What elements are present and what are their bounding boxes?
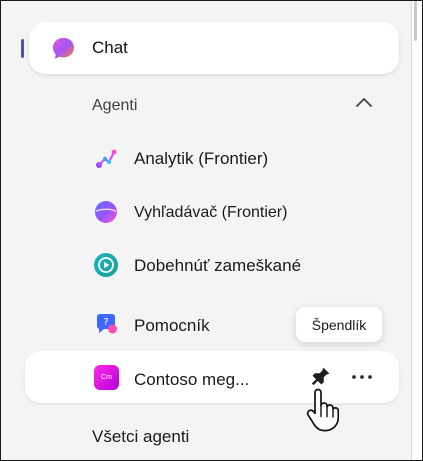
contoso-agent-icon-text: Cm: [101, 373, 112, 381]
hand-cursor-icon: [306, 388, 339, 432]
agent-item-label[interactable]: Dobehnúť zameškané: [134, 256, 301, 276]
pin-tooltip: Špendlík: [296, 307, 382, 342]
svg-text:?: ?: [103, 317, 108, 328]
vertical-scrollbar[interactable]: [411, 1, 422, 460]
agent-item-label[interactable]: Vyhľadávač (Frontier): [134, 203, 287, 223]
copilot-chat-icon: [52, 37, 75, 59]
chevron-up-icon[interactable]: [355, 96, 373, 110]
pin-icon: [311, 367, 330, 386]
active-indicator: [21, 39, 24, 58]
chat-nav-item[interactable]: [29, 22, 399, 74]
tooltip-label: Špendlík: [311, 316, 367, 333]
analytics-icon: [96, 149, 117, 168]
more-icon: [352, 375, 372, 379]
all-agents-link[interactable]: Všetci agenti: [92, 427, 189, 447]
agents-section-label: Agenti: [92, 97, 138, 114]
app-frame: Chat Agenti Analytik (Frontier) Vyhľadáv…: [0, 0, 423, 461]
scrollbar-thumb[interactable]: [414, 1, 417, 41]
more-options-button[interactable]: [348, 365, 376, 389]
agent-item-label[interactable]: Analytik (Frontier): [134, 149, 268, 169]
help-icon: ?: [97, 314, 117, 334]
catch-up-icon: [94, 253, 118, 277]
agent-item-label[interactable]: Contoso meg...: [134, 370, 249, 390]
search-agent-icon: [95, 201, 117, 223]
contoso-agent-icon: Cm: [94, 365, 119, 390]
agent-item-label[interactable]: Pomocník: [134, 316, 210, 336]
chat-label: Chat: [92, 38, 128, 57]
